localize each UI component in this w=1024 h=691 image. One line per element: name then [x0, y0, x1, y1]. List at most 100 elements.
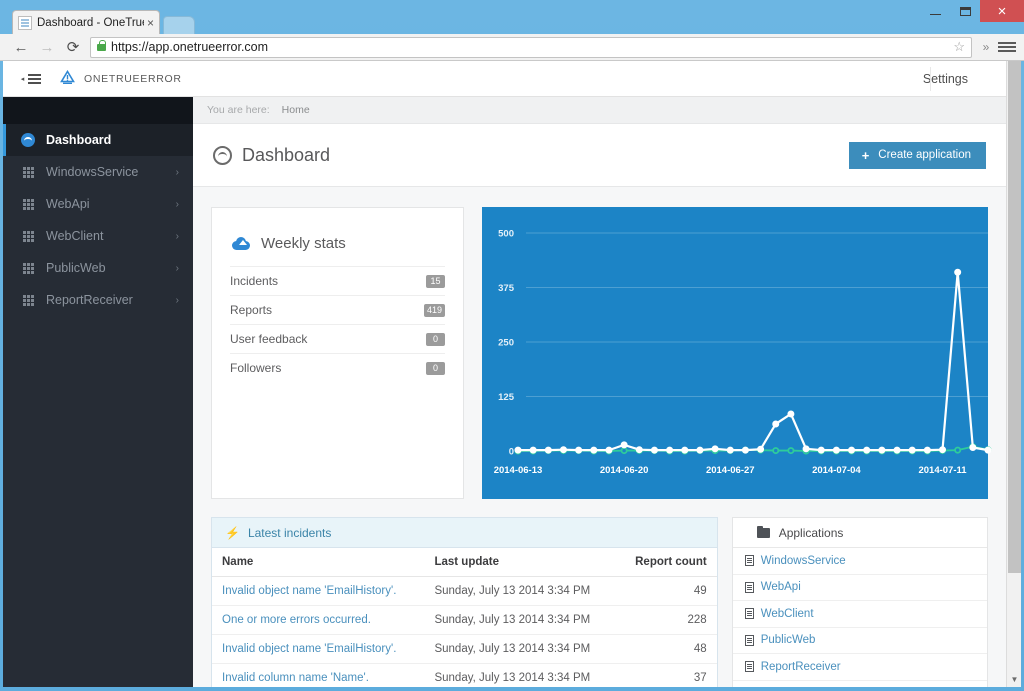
browser-tab[interactable]: Dashboard - OneTrueError ×: [12, 10, 160, 35]
incident-count: 37: [616, 663, 717, 687]
incident-updated: Sunday, July 13 2014 3:34 PM: [424, 576, 617, 606]
new-tab-button[interactable]: [163, 16, 195, 35]
tab-strip: Dashboard - OneTrueError ×: [0, 10, 1024, 35]
reports-chart: 0 125 250 375 500 2014-06-13 2014-06-20 2014-06…: [494, 229, 992, 476]
folder-icon: [756, 525, 770, 538]
weekly-stats-panel: Weekly stats Incidents 15 Reports 419 Us…: [211, 207, 465, 499]
list-item[interactable]: WebApi: [732, 575, 987, 601]
grid-icon: [21, 230, 35, 242]
svg-text:250: 250: [498, 338, 514, 349]
brand[interactable]: ONETRUEERROR: [59, 69, 182, 87]
incident-name[interactable]: One or more errors occurred.: [212, 605, 425, 635]
scrollbar-thumb[interactable]: [1008, 61, 1021, 573]
address-bar[interactable]: https://app.onetrueerror.com ☆: [90, 36, 972, 58]
stat-row-incidents: Incidents 15: [230, 266, 446, 295]
browser-menu-icon[interactable]: [998, 42, 1016, 52]
chevron-right-icon: ›: [175, 166, 179, 178]
dashboard-row-bottom: ⚡ Latest incidents Name Last update Repo…: [211, 517, 988, 687]
sidebar-item-windowsservice[interactable]: WindowsService ›: [3, 156, 193, 188]
grid-icon: [21, 198, 35, 210]
overflow-icon[interactable]: »: [978, 40, 994, 54]
table-row[interactable]: One or more errors occurred. Sunday, Jul…: [212, 605, 717, 635]
incident-updated: Sunday, July 13 2014 3:34 PM: [424, 605, 617, 635]
page-scrollbar[interactable]: ▼: [1006, 61, 1021, 687]
list-item[interactable]: ReportReceiver: [732, 654, 987, 681]
list-item[interactable]: PublicWeb: [732, 628, 987, 654]
svg-text:125: 125: [498, 392, 515, 403]
svg-text:375: 375: [498, 283, 515, 294]
list-item[interactable]: WebClient: [732, 601, 987, 628]
incident-name[interactable]: Invalid object name 'EmailHistory'.: [212, 634, 425, 664]
table-row[interactable]: Invalid object name 'EmailHistory'. Sund…: [212, 576, 717, 606]
sidebar-item-label: WebApi: [46, 197, 90, 211]
tab-close-icon[interactable]: ×: [147, 16, 154, 30]
sidebar-item-label: Dashboard: [46, 133, 112, 147]
latest-incidents-header: ⚡ Latest incidents: [212, 518, 717, 548]
stat-badge: 0: [426, 332, 446, 346]
create-application-button[interactable]: + Create application: [848, 141, 986, 169]
sidebar-item-webapi[interactable]: WebApi ›: [3, 188, 193, 220]
svg-text:2014-07-11: 2014-07-11: [919, 465, 968, 476]
stat-row-followers: Followers 0: [230, 353, 446, 382]
weekly-stats-header: Weekly stats: [230, 226, 445, 266]
hamburger-icon: [28, 73, 42, 84]
forward-icon[interactable]: →: [34, 40, 60, 55]
stat-label: Followers: [230, 361, 282, 375]
stat-badge: 0: [426, 361, 446, 375]
grid-icon: [21, 294, 35, 306]
incident-updated: Sunday, July 13 2014 3:34 PM: [424, 663, 617, 687]
document-icon: [744, 634, 754, 646]
stat-label: User feedback: [230, 332, 308, 346]
list-item[interactable]: WindowsService: [732, 548, 987, 575]
breadcrumb: You are here: Home: [193, 97, 1006, 124]
column-header-report-count: Report count: [616, 548, 717, 577]
navbar-divider: [930, 67, 931, 91]
settings-link[interactable]: Settings: [923, 72, 1006, 86]
sidebar-spacer: [3, 97, 193, 124]
dashboard-row-top: Weekly stats Incidents 15 Reports 419 Us…: [211, 207, 992, 499]
incident-name[interactable]: Invalid column name 'Name'.: [212, 663, 425, 687]
stat-row-user-feedback: User feedback 0: [230, 324, 446, 353]
bolt-icon: ⚡: [225, 525, 240, 540]
incident-name[interactable]: Invalid object name 'EmailHistory'.: [212, 576, 425, 606]
stat-row-reports: Reports 419: [230, 295, 446, 324]
chevron-right-icon: ›: [175, 198, 179, 210]
table-row[interactable]: Invalid object name 'EmailHistory'. Sund…: [212, 634, 717, 664]
stat-badge: 15: [426, 274, 446, 288]
back-icon[interactable]: ←: [8, 40, 34, 55]
sidebar-item-publicweb[interactable]: PublicWeb ›: [3, 252, 193, 284]
stat-label: Incidents: [230, 274, 279, 288]
svg-text:500: 500: [498, 229, 514, 240]
dashboard-icon: [21, 133, 35, 147]
breadcrumb-home[interactable]: Home: [282, 104, 310, 116]
reports-chart-panel: 0 125 250 375 500 2014-06-13 2014-06-20 2014-06…: [482, 207, 992, 499]
document-icon: [744, 555, 754, 567]
latest-incidents-title: Latest incidents: [247, 525, 332, 540]
dashboard-grid: Weekly stats Incidents 15 Reports 419 Us…: [193, 187, 1006, 687]
breadcrumb-prefix: You are here:: [207, 104, 270, 116]
application-name: ReportReceiver: [760, 660, 841, 673]
grid-icon: [21, 166, 35, 178]
favicon-icon: [18, 16, 32, 30]
table-row[interactable]: Invalid column name 'Name'. Sunday, July…: [212, 663, 717, 687]
sidebar-toggle-button[interactable]: ◂: [3, 61, 59, 97]
sidebar-item-dashboard[interactable]: Dashboard: [3, 124, 193, 156]
sidebar-item-webclient[interactable]: WebClient ›: [3, 220, 193, 252]
reload-icon[interactable]: ⟳: [60, 40, 86, 55]
svg-text:2014-06-20: 2014-06-20: [600, 465, 649, 476]
grid-icon: [21, 262, 35, 274]
browser-titlebar: × Dashboard - OneTrueError ×: [0, 0, 1024, 35]
weekly-stats-title: Weekly stats: [261, 235, 346, 252]
incident-count: 228: [616, 605, 717, 635]
sidebar-item-reportreceiver[interactable]: ReportReceiver ›: [3, 284, 193, 316]
tab-title: Dashboard - OneTrueError: [37, 17, 144, 29]
scroll-down-arrow-icon[interactable]: ▼: [1007, 672, 1021, 687]
bookmark-star-icon[interactable]: ☆: [953, 39, 965, 55]
applications-list: WindowsService WebApi WebClient PublicWe…: [732, 548, 987, 681]
stat-label: Reports: [230, 303, 273, 317]
application-name: WindowsService: [760, 554, 846, 567]
page-title-text: Dashboard: [242, 144, 331, 165]
browser-toolbar: ← → ⟳ https://app.onetrueerror.com ☆ »: [0, 34, 1024, 61]
plus-icon: +: [861, 147, 870, 163]
chevron-right-icon: ›: [175, 262, 179, 274]
